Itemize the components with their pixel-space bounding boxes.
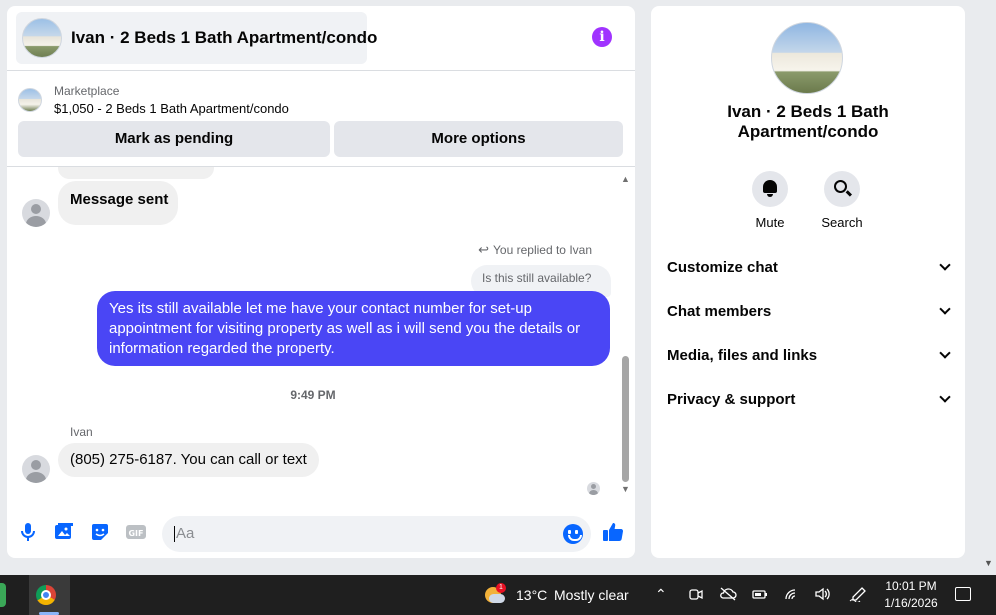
chat-members-label: Chat members [667,303,772,320]
customize-chat-label: Customize chat [667,259,778,276]
mute-label: Mute [755,215,785,230]
pen-icon[interactable] [849,586,867,605]
mark-as-pending-button[interactable]: Mark as pending [18,121,330,157]
weather-icon[interactable]: 1 [483,583,506,605]
mute-button[interactable]: Mute [740,171,800,230]
chevron-down-icon [939,303,951,315]
page-scroll-down-icon[interactable]: ▼ [984,558,993,568]
chat-panel: Ivan · 2 Beds 1 Bath Apartment/condo i M… [7,6,635,558]
mute-icon-circle[interactable] [752,171,788,207]
notification-icon[interactable] [955,587,971,601]
customize-chat-row[interactable]: Customize chat [667,259,951,281]
message-composer: GIF Aa [7,510,635,556]
input-placeholder: Aa [176,525,195,542]
privacy-support-row[interactable]: Privacy & support [667,391,951,413]
previous-message-bubble [58,167,214,179]
seen-indicator-avatar [587,482,600,495]
marketplace-listing[interactable]: Marketplace $1,050 - 2 Beds 1 Bath Apart… [18,82,289,118]
message-timestamp: 9:49 PM [290,388,336,402]
privacy-support-label: Privacy & support [667,391,796,408]
chevron-up-icon[interactable]: ⌃ [655,586,667,603]
avatar[interactable] [22,455,50,483]
reply-arrow-icon: ↩ [478,242,490,257]
photo-icon[interactable] [52,520,76,544]
gif-label: GIF [128,529,143,538]
chat-title: Ivan · 2 Beds 1 Bath Apartment/condo [71,28,378,47]
sticker-icon[interactable] [88,520,112,544]
search-icon-circle[interactable] [824,171,860,207]
chrome-icon [36,585,56,605]
more-options-button[interactable]: More options [334,121,623,157]
clock-date: 1/16/2026 [884,596,938,610]
cloud-offline-icon[interactable] [719,586,737,605]
search-button[interactable]: Search [812,171,872,230]
windows-taskbar: 1 13°C Mostly clear ⌃ 10:01 PM 1/16/2026 [0,575,996,615]
chat-header[interactable]: Ivan · 2 Beds 1 Bath Apartment/condo [16,12,377,64]
system-clock[interactable]: 10:01 PM 1/16/2026 [878,578,944,612]
pinned-app-icon[interactable] [0,583,6,607]
incoming-message-bubble[interactable]: (805) 275-6187. You can call or text [58,443,319,477]
header-divider [7,70,635,71]
text-caret [174,526,175,543]
info-icon[interactable]: i [592,27,612,47]
reply-indicator: ↩ You replied to Ivan [478,242,592,258]
message-input[interactable]: Aa [162,516,591,552]
meet-now-icon[interactable] [688,586,704,605]
thumbs-up-icon[interactable] [601,520,625,544]
marketplace-label: Marketplace [54,84,120,98]
chevron-down-icon [939,391,951,403]
clock-time: 10:01 PM [885,579,937,593]
search-label: Search [821,215,863,230]
reply-label: You replied to Ivan [493,243,592,257]
search-icon [834,180,847,193]
scroll-up-arrow-icon[interactable]: ▲ [621,174,630,184]
listing-mini-thumbnail [18,88,42,112]
weather-badge: 1 [496,583,506,593]
media-files-links-row[interactable]: Media, files and links [667,347,951,369]
conversation-info-panel: Ivan · 2 Beds 1 Bath Apartment/condo Mut… [651,6,965,558]
listing-price: $1,050 - 2 Beds 1 Bath Apartment/condo [54,101,289,116]
profile-photo[interactable] [771,22,843,94]
message-list[interactable]: Message sent ↩ You replied to Ivan Is thi… [7,167,635,507]
avatar[interactable] [22,199,50,227]
microphone-icon[interactable] [16,520,40,544]
volume-icon[interactable] [814,586,832,605]
battery-icon[interactable] [751,586,769,605]
temperature[interactable]: 13°C [516,587,547,603]
sender-name: Ivan [70,425,93,439]
bell-icon [763,180,777,197]
conversation-name: Ivan · 2 Beds 1 Bath Apartment/condo [727,102,889,141]
message-sent-bubble: Message sent [58,181,178,225]
cloud-icon [489,594,505,603]
chat-members-row[interactable]: Chat members [667,303,951,325]
weather-condition[interactable]: Mostly clear [554,587,629,603]
wifi-icon[interactable] [784,586,802,605]
outgoing-message-bubble[interactable]: Yes its still available let me have your… [97,291,610,366]
listing-thumbnail [22,18,62,58]
chevron-down-icon [939,259,951,271]
chevron-down-icon [939,347,951,359]
gif-icon[interactable]: GIF [124,520,148,544]
scroll-down-arrow-icon[interactable]: ▼ [621,484,630,494]
scrollbar-thumb[interactable] [622,356,629,482]
message-scrollbar[interactable]: ▲ ▼ [620,174,630,494]
emoji-icon[interactable] [563,524,583,544]
media-files-links-label: Media, files and links [667,347,818,364]
